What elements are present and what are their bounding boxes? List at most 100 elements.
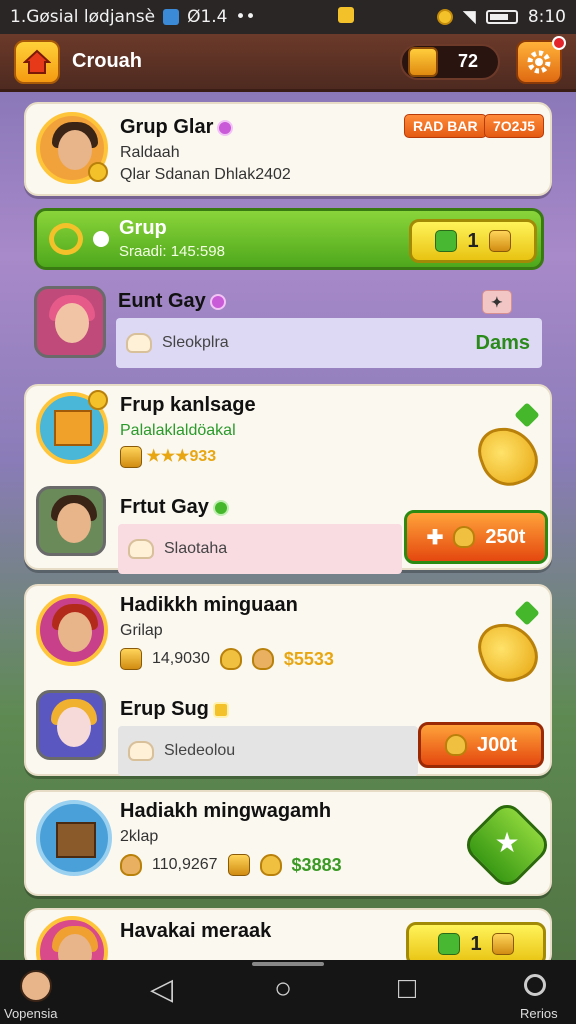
gem-icon (209, 293, 226, 310)
shield-icon (163, 9, 180, 25)
arrow-icon: ✚ (426, 526, 444, 549)
gold-bar-icon (120, 648, 142, 670)
group-card-6[interactable]: Havakai meraak 1 (24, 908, 552, 988)
back-icon[interactable]: ◁ (150, 972, 173, 1007)
banner-title: Grup (119, 217, 167, 239)
system-nav-bar: Vopensia ◁ ○ □ Rerios (0, 960, 576, 1024)
thumbs-up-icon[interactable] (471, 418, 545, 494)
card-title: Hadiakh mingwagamh (120, 800, 332, 822)
search-person-icon[interactable] (524, 974, 546, 996)
info-bar[interactable]: Sleokplra Dams (116, 318, 542, 368)
hand-icon (128, 741, 154, 761)
clock: 8:10 (527, 7, 566, 27)
card-detail: Qlar Sdanan Dhlak2402 (120, 166, 291, 183)
card-subtitle: Palalaklaldöakal (120, 422, 236, 439)
group-card-1[interactable]: Grup Glar Raldaah Qlar Sdanan Dhlak2402 … (24, 102, 552, 196)
heart-icon (219, 648, 242, 670)
card-title: Frup kanlsage (120, 394, 256, 416)
coin-badge-icon (88, 162, 108, 182)
group-card-3[interactable]: Frup kanlsage Palalaklaldöakal ★★★933 Fr… (24, 384, 552, 574)
bar-text: Slaotaha (164, 540, 228, 557)
battery-icon (485, 10, 518, 24)
avatar (36, 594, 108, 666)
banner-subtitle: Sraadi: 145:598 (119, 243, 225, 260)
card-rewards: 14,9030 $5533 (120, 648, 334, 670)
gold-bar-icon (227, 854, 250, 876)
horseshoe-icon (49, 223, 83, 255)
money-value: $5533 (283, 648, 334, 669)
heart-icon (259, 854, 282, 876)
avatar (36, 486, 106, 556)
profile-avatar[interactable] (20, 970, 52, 1002)
card-rewards: 110,9267 $3883 (120, 854, 342, 876)
coin-status-icon (436, 9, 453, 25)
nav-left-label[interactable]: Vopensia (4, 1006, 58, 1021)
hand-icon (128, 539, 154, 559)
gold-bar-icon (491, 933, 514, 955)
button-value: J00t (476, 733, 518, 756)
wifi-icon: ◥ (462, 7, 476, 27)
pretzel-icon (120, 854, 142, 876)
avatar (34, 286, 106, 358)
card-title: Frtut Gay (120, 496, 229, 519)
gift-icon (54, 410, 92, 446)
coin-badge-icon (88, 390, 108, 410)
currency-display[interactable]: 72 (400, 43, 500, 80)
group-card-2[interactable]: Eunt Gay ✦ Sleokplra Dams (24, 280, 552, 376)
star-icon: ★ (494, 827, 520, 858)
claim-value: 1 (467, 229, 479, 252)
group-card-4[interactable]: Hadikkh minguaan Grilap 14,9030 $5533 Er… (24, 584, 552, 776)
group-card-5[interactable]: Hadiakh mingwagamh 2klap 110,9267 $3883 … (24, 790, 554, 896)
chest-icon (56, 822, 96, 858)
status-bar: 1.Gøsial lødjansè Ø1.4 •• ◥ 8:10 (0, 0, 576, 34)
card-title: Erup Sug (120, 698, 229, 721)
hand-icon (126, 333, 152, 353)
group-banner[interactable]: Grup Sraadi: 145:598 1 (34, 208, 544, 270)
gesture-handle (252, 962, 324, 966)
info-bar[interactable]: Sledeolou (118, 726, 418, 776)
notification-badge (552, 35, 566, 50)
gear-small-icon (93, 231, 109, 247)
claim-value: 1 (470, 932, 482, 955)
settings-button[interactable] (516, 35, 566, 84)
up-arrow-icon (514, 600, 540, 626)
card-subtitle: 2klap (120, 828, 159, 845)
upgrade-button[interactable]: J00t (418, 722, 544, 768)
recents-icon[interactable]: □ (398, 972, 416, 1006)
reward-tag[interactable]: ✦ (482, 290, 512, 314)
claim-button[interactable]: 1 (409, 219, 537, 263)
info-bar[interactable]: Slaotaha (118, 524, 402, 574)
card-subtitle: Grilap (120, 622, 163, 639)
card-rewards: ★★★933 (120, 446, 216, 468)
gear-icon (527, 50, 551, 73)
gem-icon (217, 119, 234, 136)
tag-badge[interactable]: 7O2J5 (484, 114, 545, 138)
app-header: Crouah 72 (0, 34, 576, 92)
card-subtitle: Raldaah (120, 144, 180, 161)
card-title: Grup Glar (120, 116, 234, 139)
status-mid-text: Ø1.4 (187, 7, 228, 27)
pretzel-icon (251, 648, 274, 670)
page-title: Crouah (72, 50, 142, 72)
bar-right-text: Dams (475, 331, 530, 354)
card-title: Havakai meraak (120, 920, 272, 942)
gem-icon (212, 701, 229, 718)
home-circle-icon[interactable]: ○ (274, 972, 292, 1006)
tag-badge[interactable]: RAD BAR (404, 114, 487, 138)
home-icon (23, 49, 51, 74)
gold-bar-icon (120, 446, 142, 468)
button-value: 250t (485, 525, 526, 548)
home-button[interactable] (14, 39, 60, 84)
coin-icon (444, 734, 467, 756)
chest-avatar (36, 800, 112, 876)
bar-text: Sleokplra (162, 334, 229, 351)
up-arrow-icon (514, 402, 540, 428)
avatar (36, 690, 106, 760)
more-dots: •• (235, 7, 256, 27)
nav-right-label[interactable]: Rerios (520, 1006, 558, 1021)
thumbs-up-icon[interactable] (471, 614, 545, 690)
currency-value: 72 (458, 51, 479, 71)
status-text: 1.Gøsial lødjansè (10, 7, 156, 27)
upgrade-button[interactable]: ✚ 250t (404, 510, 548, 564)
notification-icon (337, 6, 354, 23)
